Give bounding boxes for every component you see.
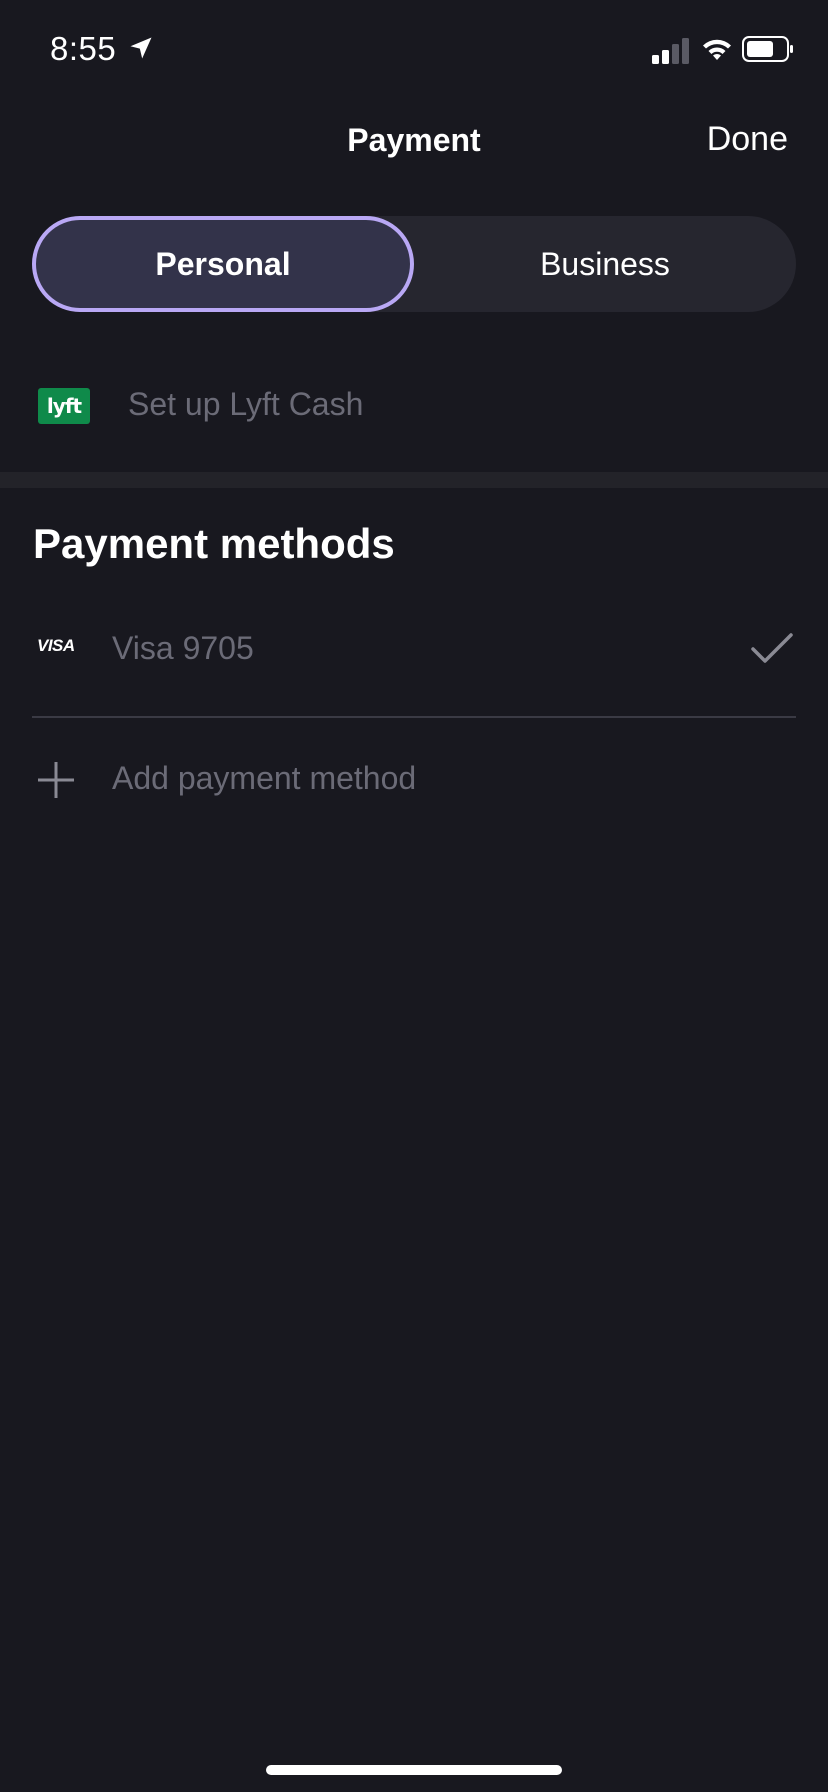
section-divider [0,472,828,488]
tab-personal[interactable]: Personal [32,216,414,312]
tab-business[interactable]: Business [414,216,796,312]
nav-bar: Payment Done [0,100,828,180]
plus-icon [38,762,74,798]
checkmark-icon [751,633,793,663]
add-payment-method-label: Add payment method [112,760,417,796]
add-payment-method-button[interactable]: Add payment method [0,740,828,820]
account-type-segmented-control: Personal Business [32,216,796,312]
status-time: 8:55 [50,30,117,67]
cellular-signal-icon [652,38,689,64]
visa-logo-icon: VISA [37,636,75,655]
row-divider [32,716,796,718]
location-arrow-icon [130,37,152,59]
battery-icon [742,36,793,62]
lyft-cash-label: Set up Lyft Cash [128,386,364,422]
payment-methods-heading: Payment methods [33,520,395,567]
lyft-cash-row[interactable]: lyft Set up Lyft Cash [0,366,828,446]
payment-method-label: Visa 9705 [112,630,254,666]
home-indicator[interactable] [266,1765,562,1775]
status-bar: 8:55 [0,0,828,100]
done-button[interactable]: Done [707,120,788,159]
lyft-logo-icon: lyft [38,388,90,424]
page-title: Payment [347,122,481,158]
payment-method-row[interactable]: VISA Visa 9705 [0,610,828,690]
wifi-icon [703,39,731,60]
